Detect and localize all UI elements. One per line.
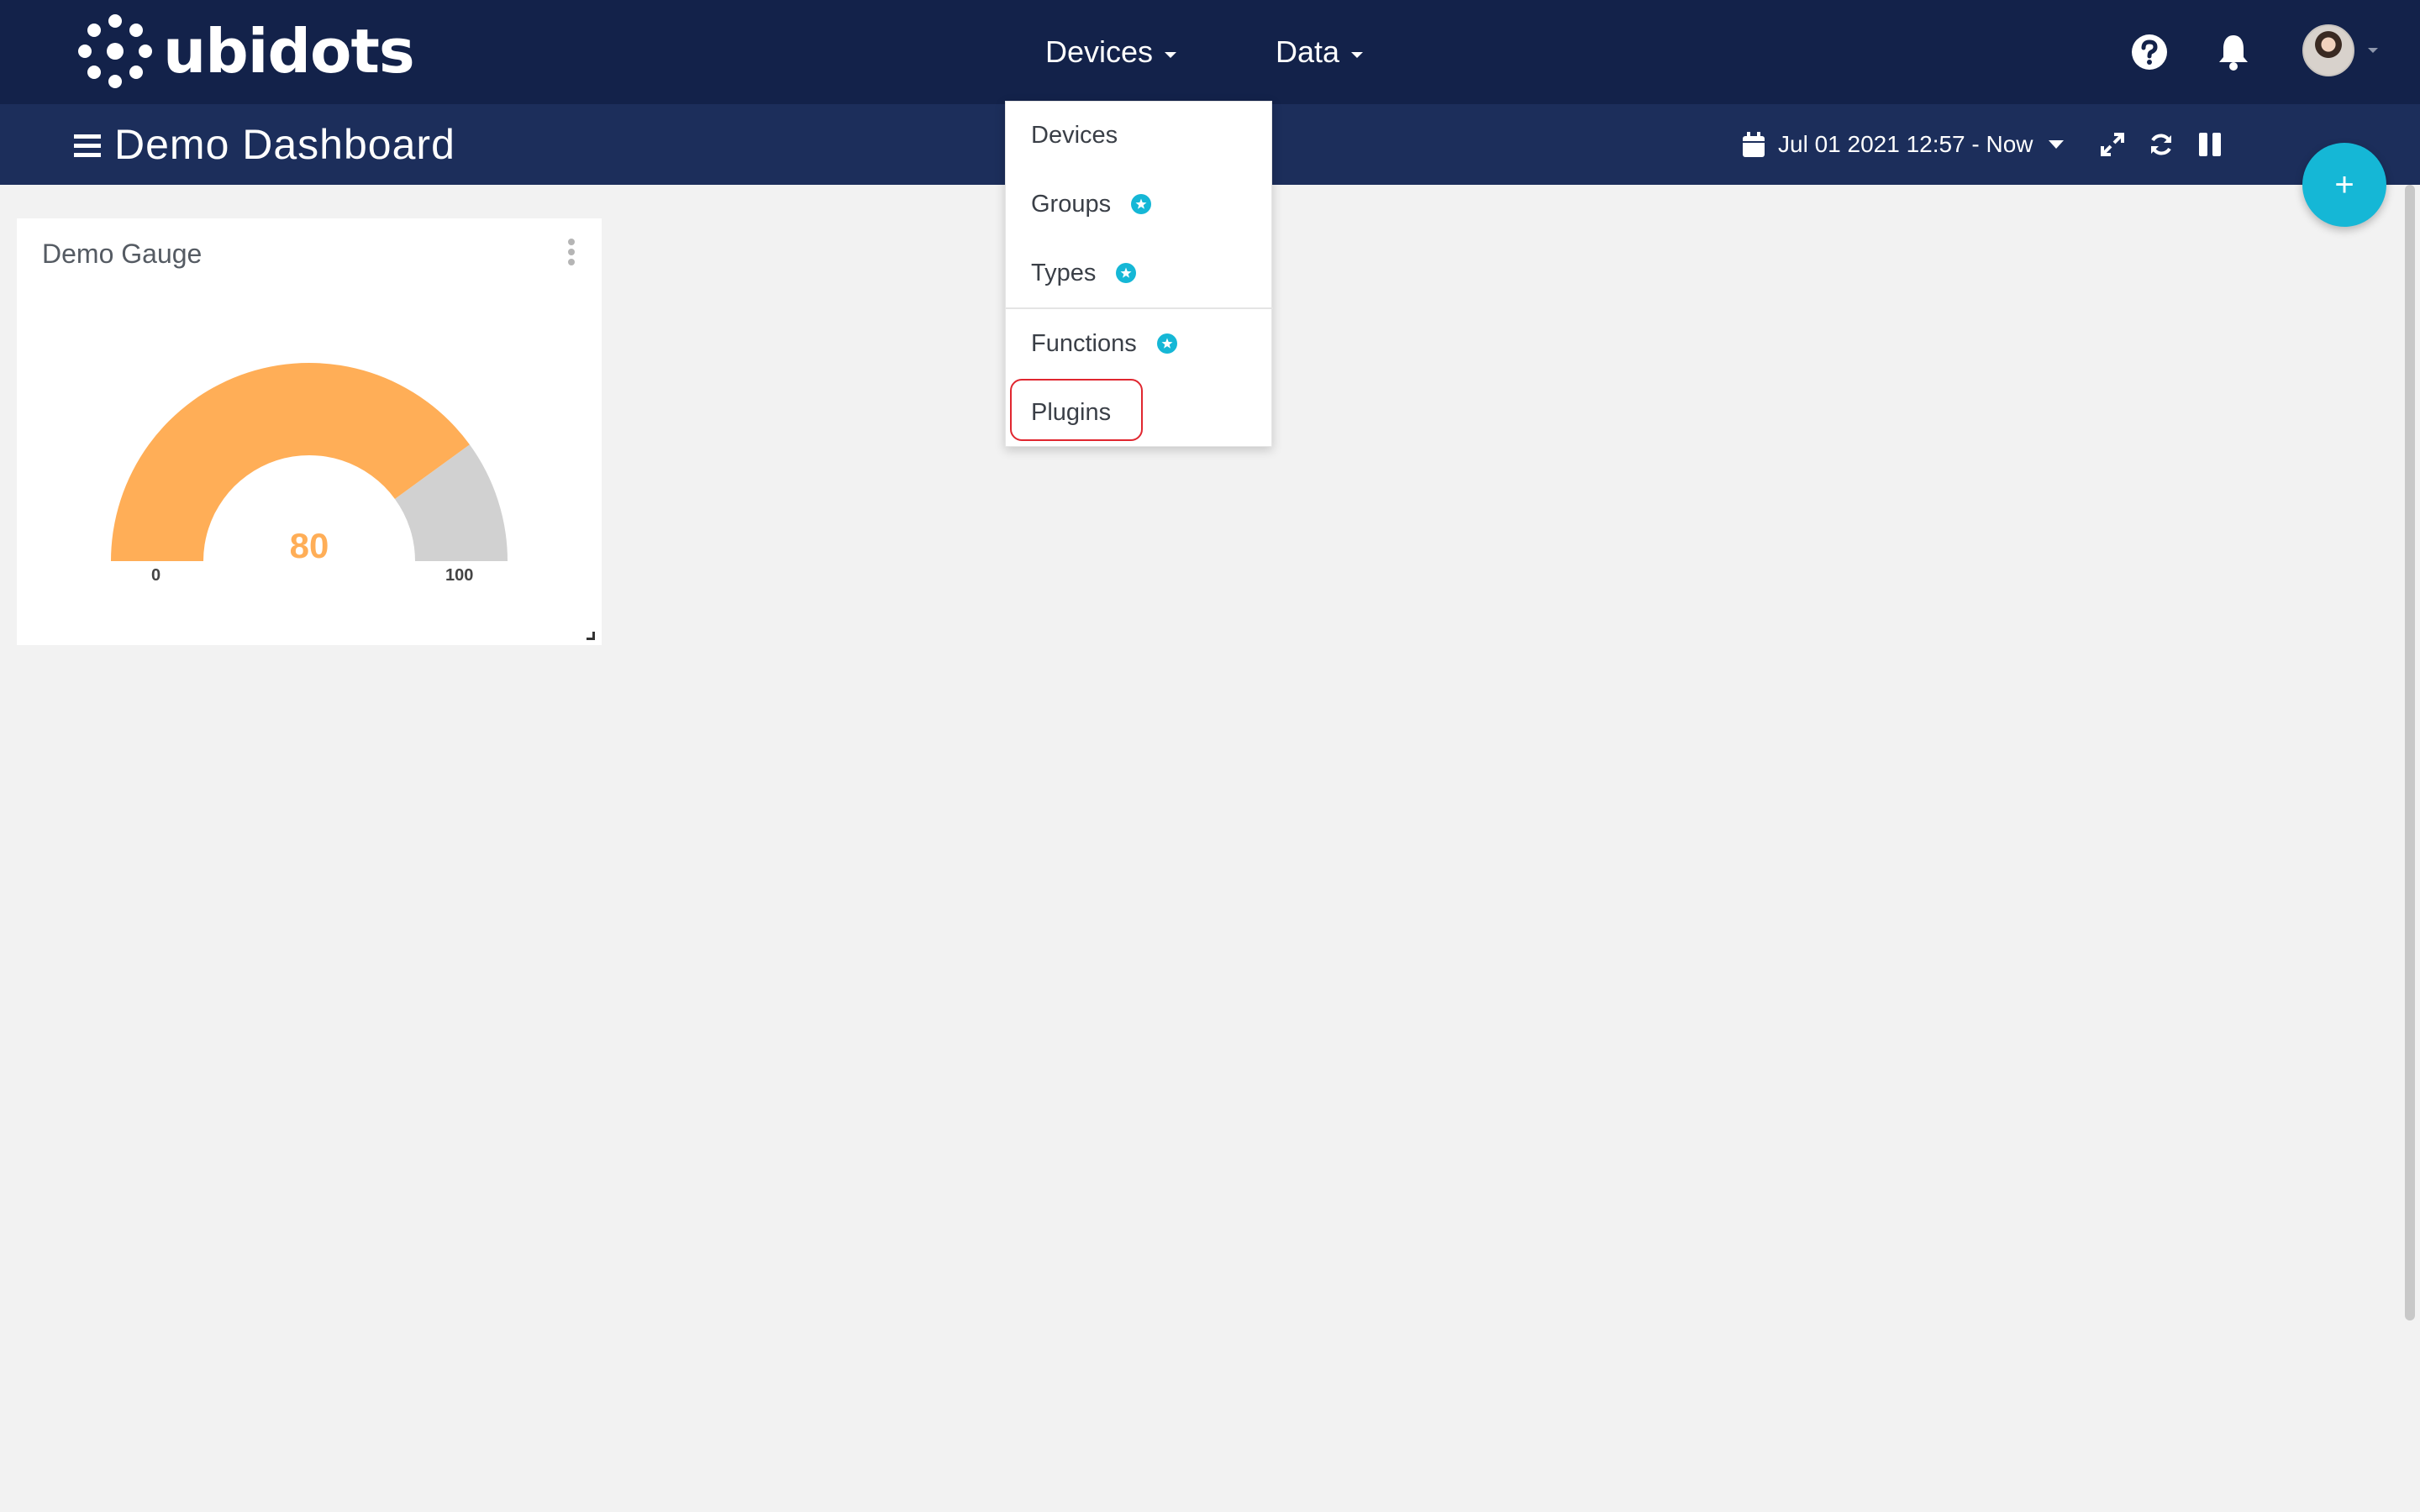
gauge-widget[interactable]: Demo Gauge <box>17 218 602 645</box>
bell-icon <box>2219 35 2248 71</box>
brand-name: ubidots <box>163 16 415 87</box>
caret-down-icon <box>2048 140 2064 149</box>
user-menu[interactable] <box>2302 24 2378 77</box>
gauge-value: 80 <box>289 526 329 565</box>
page-scrollbar[interactable] <box>2405 185 2415 1320</box>
widget-resize-handle[interactable] <box>587 632 595 640</box>
date-range-picker[interactable]: Jul 01 2021 12:57 - Now <box>1743 104 2064 185</box>
refresh-icon <box>2151 134 2171 155</box>
star-badge-icon <box>1156 333 1177 354</box>
refresh-button[interactable] <box>2144 128 2178 161</box>
nav-data-label: Data <box>1276 34 1340 69</box>
top-navbar: ubidots Devices Data <box>0 0 2420 104</box>
widget-title: Demo Gauge <box>42 239 203 269</box>
avatar <box>2302 24 2354 76</box>
menu-item-label: Devices <box>1031 121 1118 149</box>
star-badge-icon <box>1116 263 1137 283</box>
pause-icon <box>2199 133 2221 156</box>
expand-icon <box>2101 133 2124 156</box>
menu-item-types[interactable]: Types <box>1031 248 1137 298</box>
menu-item-label: Functions <box>1031 329 1137 357</box>
caret-down-icon <box>1351 51 1364 58</box>
fullscreen-button[interactable] <box>2096 128 2129 161</box>
menu-item-label: Types <box>1031 259 1097 286</box>
add-icon: + <box>2334 165 2354 203</box>
caret-down-icon <box>1165 51 1177 58</box>
star-badge-icon <box>1131 194 1152 214</box>
caret-down-icon <box>2368 48 2378 53</box>
plugins-highlight-outline <box>1010 379 1143 441</box>
menu-item-groups[interactable]: Groups <box>1031 179 1152 229</box>
ubidots-dots-logo-icon <box>78 14 152 88</box>
ubidots-logo[interactable]: ubidots <box>77 13 415 89</box>
gauge-min-label: 0 <box>151 566 161 585</box>
nav-data-menu[interactable]: Data <box>1276 0 1364 104</box>
nav-devices-label: Devices <box>1045 34 1154 69</box>
nav-devices-menu[interactable]: Devices <box>1045 0 1177 104</box>
menu-item-functions[interactable]: Functions <box>1031 318 1177 369</box>
gauge-max-label: 100 <box>445 566 474 585</box>
menu-divider <box>1006 307 1273 309</box>
widget-options-icon[interactable] <box>565 235 578 269</box>
page-title[interactable]: Demo Dashboard <box>114 118 455 171</box>
calendar-icon <box>1743 132 1765 157</box>
menu-item-devices[interactable]: Devices <box>1031 110 1118 160</box>
help-button[interactable] <box>2128 30 2171 74</box>
pause-button[interactable] <box>2193 128 2227 161</box>
question-circle-icon <box>2132 34 2167 70</box>
notifications-button[interactable] <box>2212 30 2255 74</box>
menu-item-label: Groups <box>1031 190 1112 218</box>
add-widget-button[interactable]: + <box>2302 143 2386 227</box>
date-range-label: Jul 01 2021 12:57 - Now <box>1778 131 2033 157</box>
hamburger-menu-icon[interactable] <box>74 134 101 158</box>
